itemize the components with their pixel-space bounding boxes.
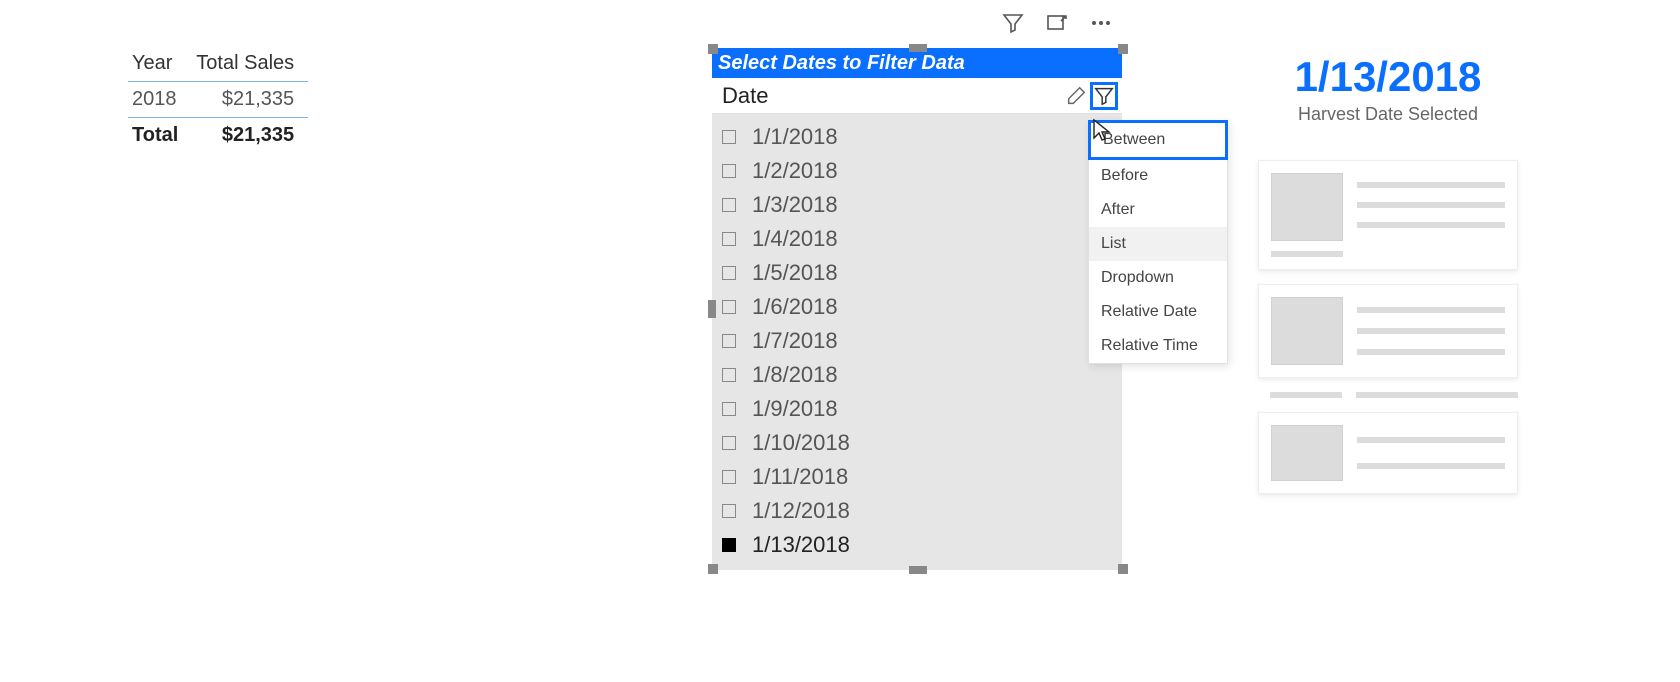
placeholder-thumbnail: [1271, 173, 1343, 241]
total-value: $21,335: [192, 118, 308, 154]
slicer-item[interactable]: 1/11/2018: [712, 460, 1122, 494]
filter-option-relative-time[interactable]: Relative Time: [1089, 329, 1227, 363]
filter-option-after[interactable]: After: [1089, 193, 1227, 227]
slicer-item-label: 1/6/2018: [752, 294, 838, 320]
placeholder-thumbnail: [1271, 425, 1343, 481]
slicer-item-label: 1/4/2018: [752, 226, 838, 252]
slicer-header: Date: [712, 78, 1122, 114]
slicer-item[interactable]: 1/14/2018: [712, 562, 1122, 570]
slicer-item[interactable]: 1/2/2018: [712, 154, 1122, 188]
slicer-item[interactable]: 1/3/2018: [712, 188, 1122, 222]
column-header-year[interactable]: Year: [128, 48, 192, 82]
slicer-item[interactable]: 1/6/2018: [712, 290, 1122, 324]
column-header-total-sales[interactable]: Total Sales: [192, 48, 308, 82]
checkbox-icon[interactable]: [722, 538, 736, 552]
placeholder-line: [1271, 251, 1343, 257]
slicer-item[interactable]: 1/8/2018: [712, 358, 1122, 392]
placeholder-line: [1357, 222, 1505, 228]
checkbox-icon[interactable]: [722, 300, 736, 314]
slicer-item-label: 1/7/2018: [752, 328, 838, 354]
eraser-icon[interactable]: [1062, 82, 1090, 110]
viz-placeholder-card[interactable]: [1258, 160, 1518, 270]
checkbox-icon[interactable]: [722, 164, 736, 178]
placeholder-line: [1357, 182, 1505, 188]
placeholder-line: [1357, 463, 1505, 469]
slicer-item-label: 1/14/2018: [752, 566, 850, 570]
slicer-item-label: 1/10/2018: [752, 430, 850, 456]
checkbox-icon[interactable]: [722, 266, 736, 280]
slicer-field-name: Date: [722, 83, 768, 109]
checkbox-icon[interactable]: [722, 470, 736, 484]
slicer-item-label: 1/11/2018: [752, 464, 848, 490]
more-options-icon[interactable]: [1088, 10, 1114, 36]
slicer-item[interactable]: 1/12/2018: [712, 494, 1122, 528]
placeholder-line: [1357, 437, 1505, 443]
card-value: 1/13/2018: [1238, 54, 1538, 100]
slicer-item[interactable]: 1/10/2018: [712, 426, 1122, 460]
slicer-title: Select Dates to Filter Data: [712, 48, 1122, 78]
checkbox-icon[interactable]: [722, 130, 736, 144]
cell-total-sales: $21,335: [192, 82, 308, 118]
slicer-item-label: 1/13/2018: [752, 532, 850, 558]
slicer-type-menu[interactable]: BetweenBeforeAfterListDropdownRelative D…: [1088, 120, 1228, 364]
slicer-item[interactable]: 1/13/2018: [712, 528, 1122, 562]
checkbox-icon[interactable]: [722, 402, 736, 416]
slicer-item-label: 1/8/2018: [752, 362, 838, 388]
slicer-item-label: 1/3/2018: [752, 192, 838, 218]
filter-icon[interactable]: [1000, 10, 1026, 36]
visual-header: [1000, 10, 1114, 36]
placeholder-line: [1357, 349, 1505, 355]
slicer-type-dropdown-icon[interactable]: [1090, 82, 1118, 110]
filter-option-between[interactable]: Between: [1088, 120, 1228, 160]
focus-mode-icon[interactable]: [1044, 10, 1070, 36]
placeholder-line: [1357, 328, 1505, 334]
checkbox-icon[interactable]: [722, 198, 736, 212]
placeholder-line: [1357, 307, 1505, 313]
filter-option-relative-date[interactable]: Relative Date: [1089, 295, 1227, 329]
date-slicer[interactable]: Select Dates to Filter Data Date 1/1/201…: [712, 48, 1122, 568]
slicer-item[interactable]: 1/4/2018: [712, 222, 1122, 256]
slicer-item-label: 1/1/2018: [752, 124, 838, 150]
checkbox-icon[interactable]: [722, 334, 736, 348]
checkbox-icon[interactable]: [722, 368, 736, 382]
slicer-item-label: 1/5/2018: [752, 260, 838, 286]
visualization-placeholders: [1258, 160, 1518, 494]
sales-table: Year Total Sales 2018 $21,335 Total $21,…: [128, 48, 308, 153]
checkbox-icon[interactable]: [722, 436, 736, 450]
harvest-date-card[interactable]: 1/13/2018 Harvest Date Selected: [1238, 54, 1538, 125]
slicer-item[interactable]: 1/9/2018: [712, 392, 1122, 426]
checkbox-icon[interactable]: [722, 504, 736, 518]
slicer-item-label: 1/9/2018: [752, 396, 838, 422]
slicer-item[interactable]: 1/5/2018: [712, 256, 1122, 290]
slicer-item[interactable]: 1/7/2018: [712, 324, 1122, 358]
slicer-list[interactable]: 1/1/2018 1/2/2018 1/3/2018 1/4/2018 1/5/2018…: [712, 114, 1122, 570]
viz-placeholder-card[interactable]: [1258, 412, 1518, 494]
filter-option-dropdown[interactable]: Dropdown: [1089, 261, 1227, 295]
placeholder-line: [1356, 392, 1518, 398]
placeholder-line: [1357, 202, 1505, 208]
table-total-row: Total $21,335: [128, 118, 308, 154]
placeholder-line: [1270, 392, 1342, 398]
placeholder-thumbnail: [1271, 297, 1343, 365]
slicer-item-label: 1/2/2018: [752, 158, 838, 184]
total-label: Total: [128, 118, 192, 154]
cell-year: 2018: [128, 82, 192, 118]
filter-option-list[interactable]: List: [1089, 227, 1227, 261]
card-label: Harvest Date Selected: [1238, 104, 1538, 125]
slicer-item[interactable]: 1/1/2018: [712, 120, 1122, 154]
checkbox-icon[interactable]: [722, 232, 736, 246]
table-row[interactable]: 2018 $21,335: [128, 82, 308, 118]
viz-placeholder-card[interactable]: [1258, 284, 1518, 378]
filter-option-before[interactable]: Before: [1089, 159, 1227, 193]
slicer-item-label: 1/12/2018: [752, 498, 850, 524]
